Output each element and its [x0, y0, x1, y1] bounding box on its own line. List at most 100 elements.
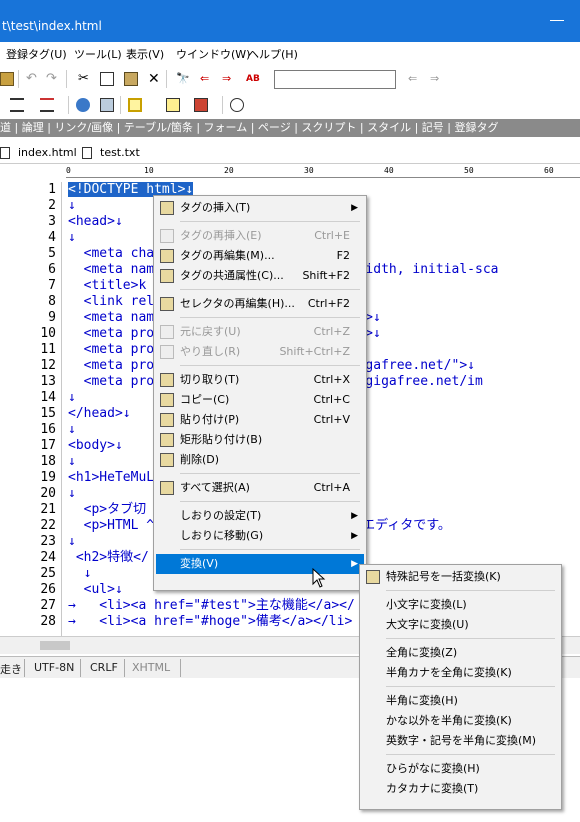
menu-item-item-9[interactable]: かな以外を半角に変換(K)	[362, 711, 559, 731]
code-line[interactable]: <title>k	[68, 278, 147, 294]
menu-item-tag-insert[interactable]: タグの挿入(T) ▶	[156, 198, 364, 218]
status-doctype[interactable]: XHTML	[132, 661, 170, 674]
menu-item-selector-edit[interactable]: セレクタの再編集(H)... Ctrl+F2	[156, 294, 364, 314]
align-icon[interactable]	[10, 98, 24, 112]
menu-item-item-19[interactable]: しおりの設定(T) ▶	[156, 506, 364, 526]
delete-icon[interactable]: ✕	[148, 72, 162, 86]
paste-icon[interactable]	[124, 72, 138, 86]
menu-item-redo[interactable]: やり直し(R) Shift+Ctrl+Z	[156, 342, 364, 362]
menu-item-label: カタカナに変換(T)	[386, 782, 479, 795]
line-number: 5	[48, 246, 56, 261]
table-icon[interactable]	[128, 98, 142, 112]
redo-icon[interactable]: ↷	[46, 72, 60, 86]
browser-icon[interactable]	[76, 98, 90, 112]
toolbar-divider	[222, 96, 223, 114]
search-next-icon[interactable]: ⇒	[430, 72, 444, 86]
menu-item-item-13[interactable]: カタカナに変換(T)	[362, 779, 559, 799]
code-line[interactable]: <h2>特徴</	[68, 550, 149, 566]
menu-item-item-8[interactable]: 半角に変換(H)	[362, 691, 559, 711]
find-next-icon[interactable]: ⇒	[222, 72, 236, 86]
line-number: 23	[40, 534, 56, 549]
comment-icon[interactable]	[230, 98, 244, 112]
menu-separator	[180, 365, 360, 366]
menu-help[interactable]: ヘルプ(H)	[248, 48, 298, 61]
cut-icon	[160, 373, 174, 387]
menu-registered-tags[interactable]: 登録タグ(U)	[6, 48, 67, 61]
mouse-cursor-icon	[312, 568, 326, 588]
code-line[interactable]: <body>↓	[68, 438, 123, 454]
toolbar-divider	[18, 70, 19, 88]
line-number: 17	[40, 438, 56, 453]
special-symbol-icon	[366, 570, 380, 584]
menu-item-label: コピー(C)	[180, 393, 230, 406]
tag-bar[interactable]: 道 | 論理 | リンク/画像 | テーブル/箇条 | フォーム | ページ |…	[0, 119, 580, 137]
code-line[interactable]: <meta cha	[68, 246, 154, 262]
code-line[interactable]: ↓	[68, 422, 76, 438]
menu-item-item-3[interactable]: 大文字に変換(U)	[362, 615, 559, 635]
template-icon[interactable]	[166, 98, 180, 112]
menu-item-copy[interactable]: コピー(C) Ctrl+C	[156, 390, 364, 410]
code-line[interactable]: <head>↓	[68, 214, 123, 230]
open-icon[interactable]	[0, 72, 14, 86]
code-line[interactable]: ↓	[68, 390, 76, 406]
text-file-icon	[82, 147, 92, 159]
code-line[interactable]: ↓	[68, 534, 76, 550]
line-number: 8	[48, 294, 56, 309]
search-prev-icon[interactable]: ⇐	[408, 72, 422, 86]
menu-item-undo[interactable]: 元に戻す(U) Ctrl+Z	[156, 322, 364, 342]
menu-item-item-22[interactable]: 変換(V) ▶	[156, 554, 364, 574]
menu-item-tag-common-attr[interactable]: タグの共通属性(C)... Shift+F2	[156, 266, 364, 286]
undo-icon[interactable]: ↶	[26, 72, 40, 86]
convert-submenu: 特殊記号を一括変換(K) 小文字に変換(L) 大文字に変換(U) 全角に変換(Z) 半角…	[359, 564, 562, 810]
menu-item-shortcut: Ctrl+C	[313, 393, 350, 406]
code-line[interactable]: → <li><a href="#hoge">備考</a></li>	[68, 614, 352, 630]
tab-test-txt[interactable]: test.txt	[82, 144, 144, 162]
menu-item-rect-paste[interactable]: 矩形貼り付け(B)	[156, 430, 364, 450]
menu-item-label: 削除(D)	[180, 453, 220, 466]
replace-icon[interactable]: AB	[246, 72, 260, 86]
status-line-ending[interactable]: CRLF	[90, 661, 118, 674]
menu-item-select-all[interactable]: すべて選択(A) Ctrl+A	[156, 478, 364, 498]
select-all-icon	[160, 481, 174, 495]
code-line[interactable]: ↓	[68, 198, 76, 214]
menu-item-tag-reedit[interactable]: タグの再編集(M)... F2	[156, 246, 364, 266]
line-number: 2	[48, 198, 56, 213]
image-icon[interactable]	[100, 98, 114, 112]
menu-item-paste[interactable]: 貼り付け(P) Ctrl+V	[156, 410, 364, 430]
menu-item-special-symbol[interactable]: 特殊記号を一括変換(K)	[362, 567, 559, 587]
menu-window[interactable]: ウインドウ(W)	[176, 48, 250, 61]
search-input[interactable]	[274, 70, 396, 89]
menu-item-item-6[interactable]: 半角カナを全角に変換(K)	[362, 663, 559, 683]
code-line[interactable]: </head>↓	[68, 406, 131, 422]
find-prev-icon[interactable]: ⇐	[200, 72, 214, 86]
menu-tools[interactable]: ツール(L)	[74, 48, 122, 61]
code-line[interactable]: ↓	[68, 486, 76, 502]
menu-view[interactable]: 表示(V)	[126, 48, 164, 61]
find-icon[interactable]: 🔭	[176, 72, 190, 86]
tab-index-html[interactable]: index.html	[0, 144, 77, 162]
code-line[interactable]: → <li><a href="#test">主な機能</a></	[68, 598, 355, 614]
copy-icon[interactable]	[100, 72, 114, 86]
line-number: 6	[48, 262, 56, 277]
code-line[interactable]: <ul>↓	[68, 582, 123, 598]
menu-item-item-2[interactable]: 小文字に変換(L)	[362, 595, 559, 615]
cut-icon[interactable]: ✂	[78, 72, 92, 86]
menu-item-tag-reinsert[interactable]: タグの再挿入(E) Ctrl+E	[156, 226, 364, 246]
status-encoding[interactable]: UTF-8N	[34, 661, 74, 674]
menu-item-delete[interactable]: 削除(D)	[156, 450, 364, 470]
color-icon[interactable]	[194, 98, 208, 112]
code-line[interactable]: ↓	[68, 454, 76, 470]
html-file-icon	[0, 147, 10, 159]
menu-item-item-20[interactable]: しおりに移動(G) ▶	[156, 526, 364, 546]
scroll-thumb[interactable]	[40, 641, 70, 650]
menu-item-item-12[interactable]: ひらがなに変換(H)	[362, 759, 559, 779]
menu-item-item-5[interactable]: 全角に変換(Z)	[362, 643, 559, 663]
code-line[interactable]: <h1>HeTeMuL	[68, 470, 154, 486]
menu-item-item-10[interactable]: 英数字・記号を半角に変換(M)	[362, 731, 559, 751]
minimize-button[interactable]	[550, 20, 564, 21]
indent-icon[interactable]	[40, 98, 54, 112]
undo-icon	[160, 325, 174, 339]
menu-item-cut[interactable]: 切り取り(T) Ctrl+X	[156, 370, 364, 390]
code-line[interactable]: ↓	[68, 230, 76, 246]
code-line[interactable]: ↓	[68, 566, 92, 582]
